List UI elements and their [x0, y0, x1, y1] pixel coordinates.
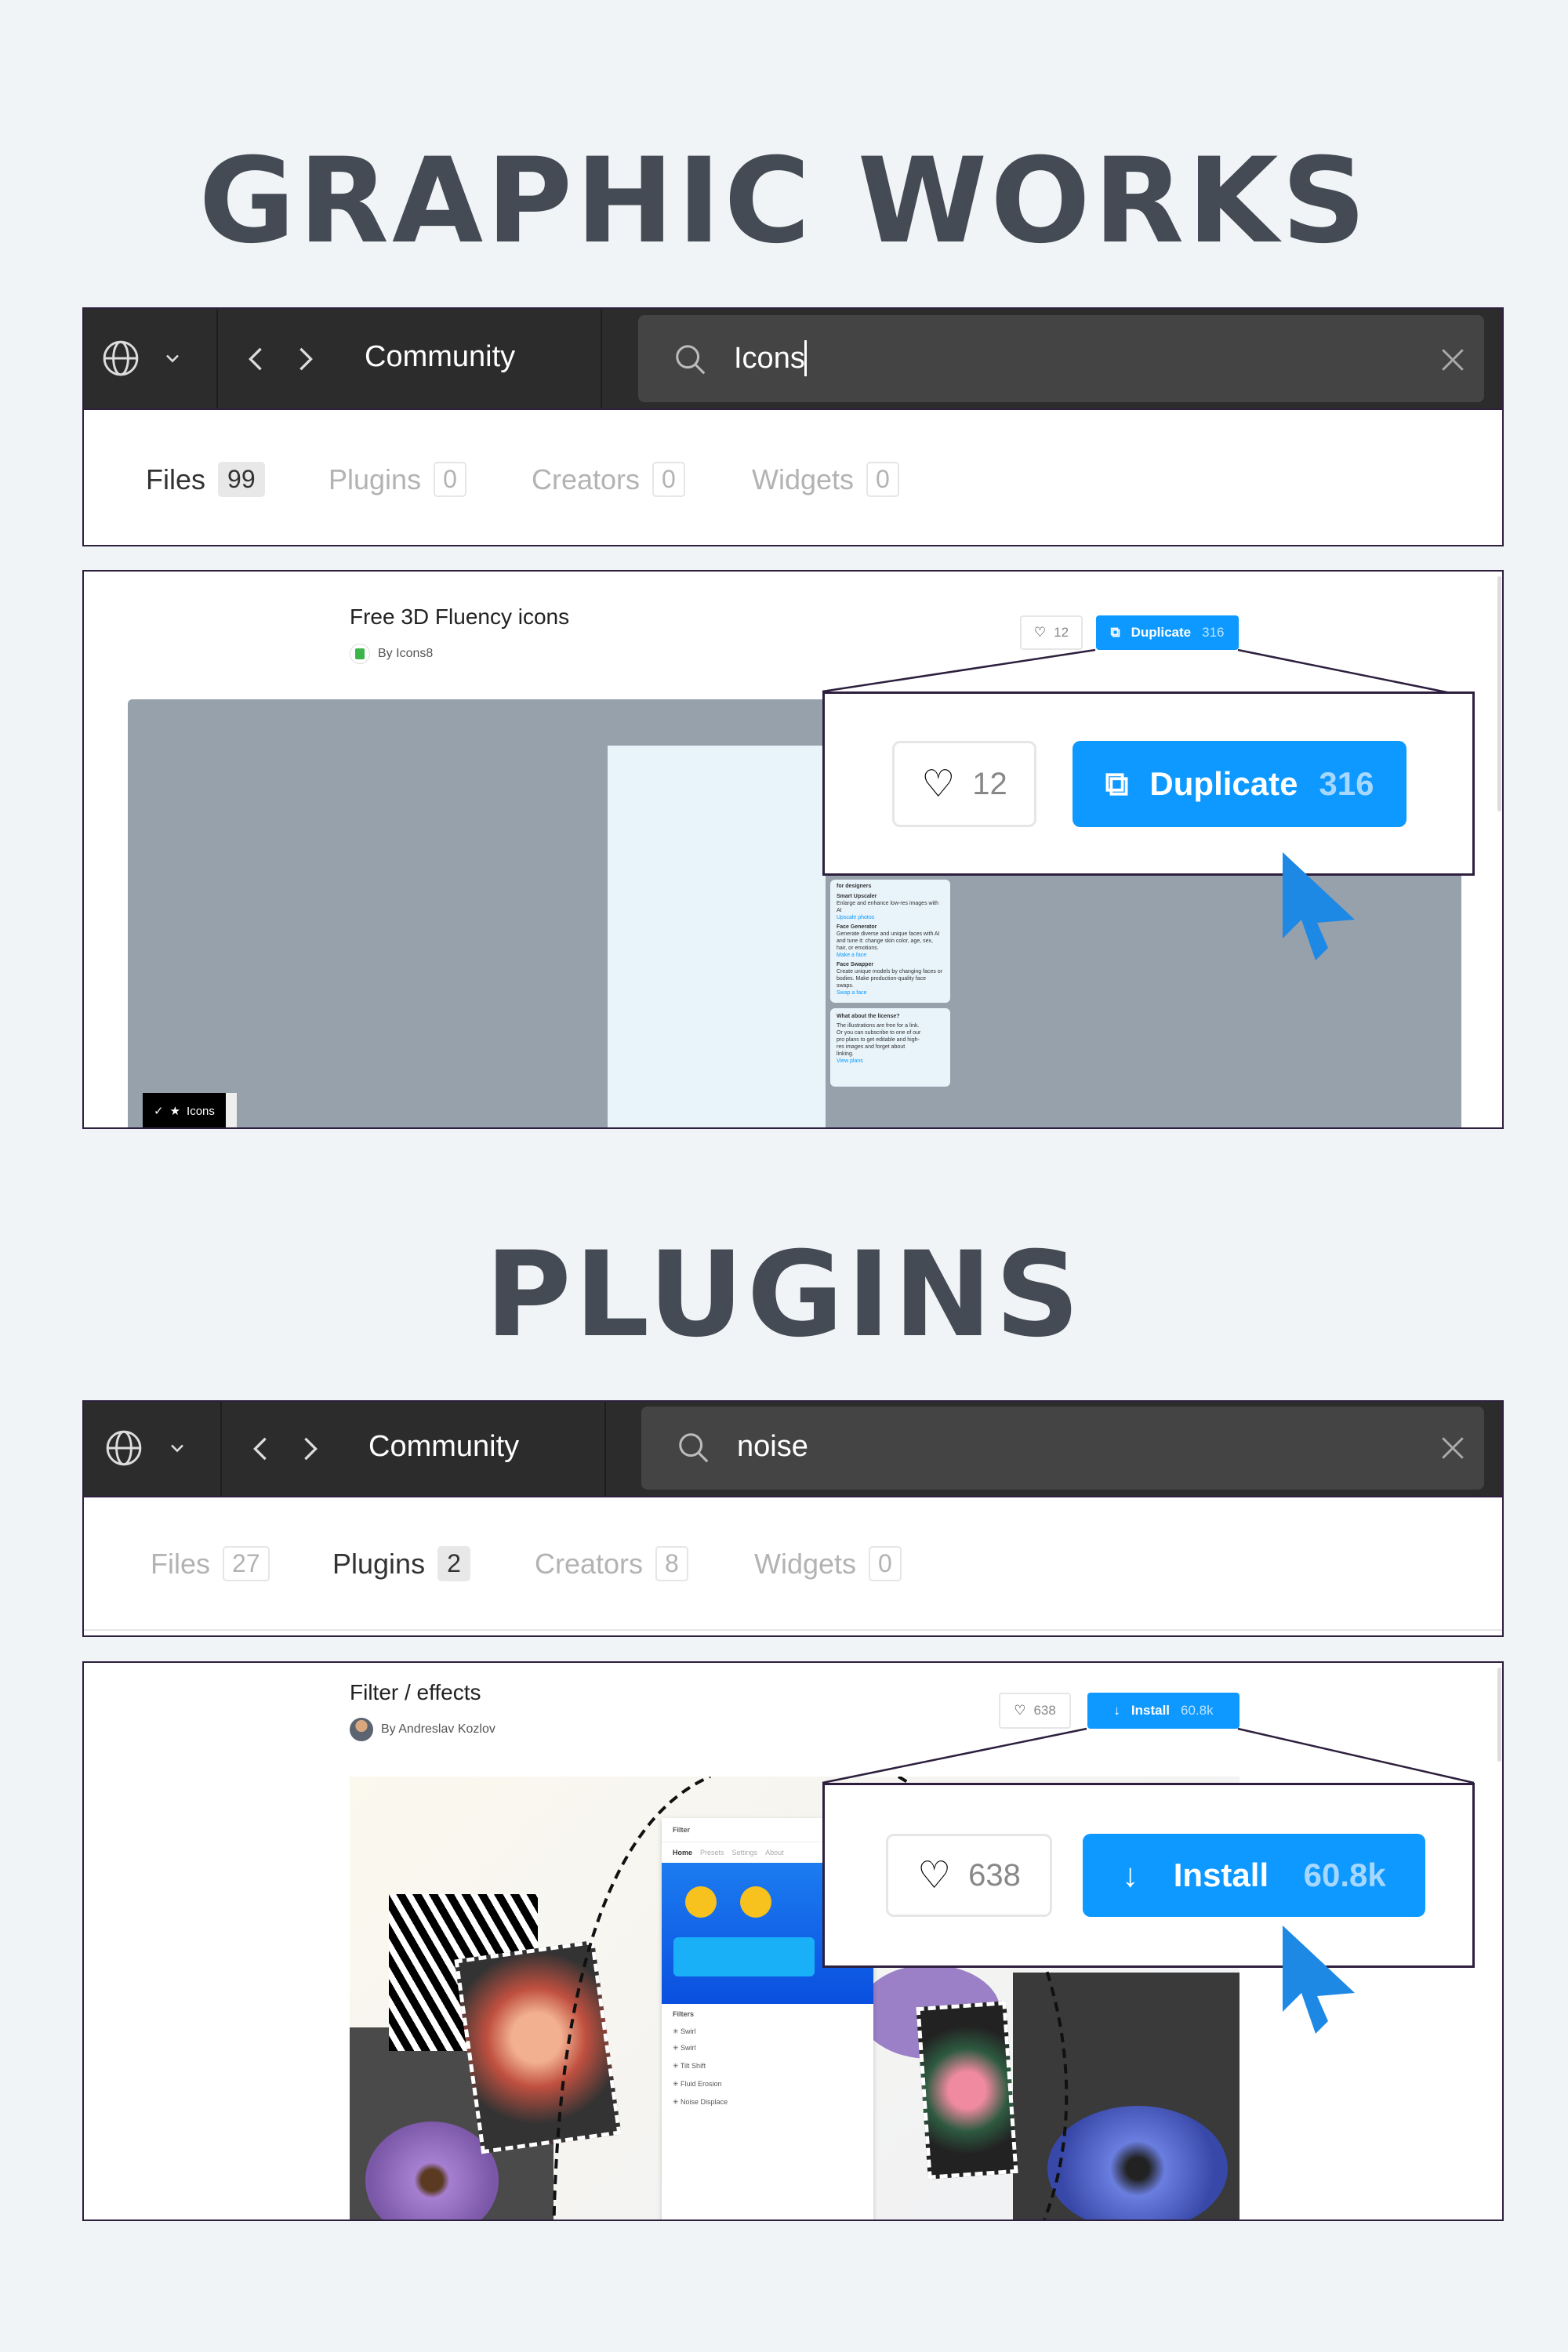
breadcrumb-community[interactable]: Community — [368, 1430, 519, 1464]
cursor-arrow-icon — [1283, 852, 1355, 960]
tab-label: Widgets — [754, 1547, 857, 1580]
install-count: 60.8k — [1303, 1857, 1386, 1893]
duplicate-label: Duplicate — [1149, 765, 1298, 802]
zoom-callout: ♡ 12 ⧉ Duplicate 316 — [822, 691, 1475, 876]
back-arrow-icon[interactable] — [252, 1435, 269, 1463]
tab-files[interactable]: Files 27 — [151, 1546, 270, 1581]
tab-label: Creators — [535, 1547, 644, 1580]
like-button-zoomed[interactable]: ♡ 12 — [892, 741, 1036, 827]
like-count: 638 — [968, 1857, 1021, 1893]
search-icon — [679, 1433, 709, 1463]
tab-label: Plugins — [332, 1547, 426, 1580]
install-button-zoomed[interactable]: ↓ Install 60.8k — [1083, 1834, 1425, 1917]
tab-widgets[interactable]: Widgets 0 — [754, 1546, 902, 1581]
globe-icon[interactable] — [104, 1428, 143, 1468]
tab-label: Files — [151, 1547, 211, 1580]
like-button-zoomed[interactable]: ♡ 638 — [886, 1834, 1052, 1917]
heart-icon: ♡ — [917, 1855, 952, 1896]
section-title-plugins: PLUGINS — [485, 1227, 1083, 1363]
download-arrow-icon: ↓ — [1122, 1857, 1139, 1893]
install-label: Install — [1173, 1857, 1269, 1893]
close-icon[interactable] — [1439, 1435, 1466, 1461]
zoom-callout: ♡ 638 ↓ Install 60.8k — [822, 1783, 1475, 1968]
divider — [84, 1629, 1502, 1631]
cursor-arrow-icon — [1283, 1926, 1355, 2034]
tab-count: 27 — [223, 1546, 270, 1581]
duplicate-icon: ⧉ — [1105, 764, 1129, 802]
search-tabs: Files 27 Plugins 2 Creators 8 Widgets 0 — [82, 1497, 1504, 1637]
tab-count: 0 — [869, 1546, 902, 1581]
search-field[interactable]: noise — [641, 1406, 1484, 1490]
duplicate-count: 316 — [1319, 765, 1374, 802]
tab-count: 8 — [655, 1546, 688, 1581]
tab-creators[interactable]: Creators 8 — [535, 1546, 688, 1581]
heart-icon: ♡ — [921, 764, 956, 805]
tab-plugins[interactable]: Plugins 2 — [332, 1546, 470, 1581]
community-header: Community noise — [82, 1400, 1504, 1497]
forward-arrow-icon[interactable] — [302, 1435, 319, 1463]
search-input[interactable]: noise — [737, 1430, 808, 1464]
tab-count: 2 — [437, 1546, 470, 1581]
like-count: 12 — [972, 766, 1007, 801]
chevron-down-icon[interactable] — [169, 1443, 186, 1454]
duplicate-button-zoomed[interactable]: ⧉ Duplicate 316 — [1073, 741, 1406, 827]
zoom-connector-lines — [822, 648, 1475, 699]
